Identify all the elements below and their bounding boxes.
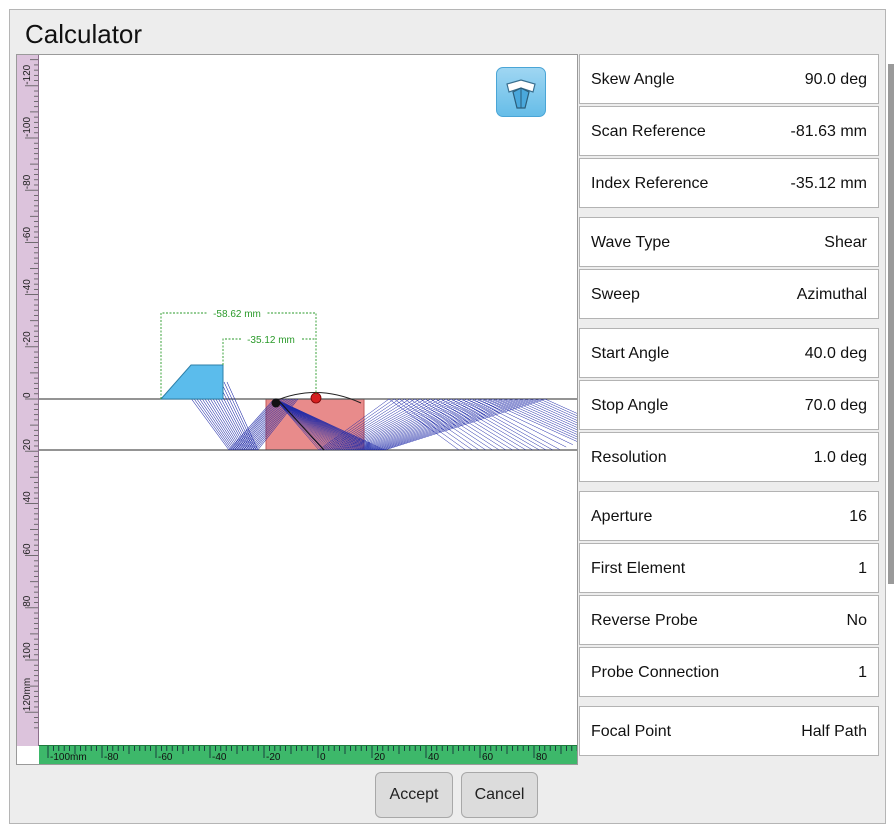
beam-ray (380, 398, 535, 451)
dimension-outer-label: -58.62 mm (213, 309, 261, 320)
param-value: 1 (858, 664, 867, 681)
beam-ray (498, 398, 577, 435)
accept-button[interactable]: Accept (375, 772, 453, 818)
parameter-panel: Skew Angle 90.0 deg Scan Reference -81.63 m… (579, 54, 882, 765)
vruler-label: -100 (22, 117, 33, 137)
panel-scrollbar[interactable] (888, 64, 894, 584)
beam-plot-area[interactable]: -120 -100 -80 -60 -40 -20 0 20 40 60 80 100 120mm -5… (16, 54, 578, 765)
param-row-aperture[interactable]: Aperture 16 (579, 491, 879, 541)
horizontal-ruler: -100mm -80 -60 -40 -20 0 20 40 60 80 (39, 745, 577, 764)
beam-ray (373, 398, 520, 451)
param-label: Resolution (591, 449, 667, 466)
vruler-label: 20 (22, 439, 33, 451)
beam-ray (482, 398, 577, 442)
window-title: Calculator (25, 19, 143, 49)
param-value: 70.0 deg (804, 397, 867, 414)
param-label: Start Angle (591, 345, 670, 362)
param-row-focal-point[interactable]: Focal Point Half Path (579, 706, 879, 756)
probe-view-button[interactable] (496, 67, 546, 117)
beam-ray (513, 398, 577, 428)
param-row-reverse-probe[interactable]: Reverse Probe No (579, 595, 879, 645)
param-value: 90.0 deg (804, 71, 867, 88)
param-row-probe-connection[interactable]: Probe Connection 1 (579, 647, 879, 697)
cancel-button[interactable]: Cancel (461, 772, 538, 818)
vruler-label: -120 (22, 64, 33, 84)
param-value: Azimuthal (796, 286, 867, 303)
param-row-start-angle[interactable]: Start Angle 40.0 deg (579, 328, 879, 378)
beam-ray (358, 398, 483, 451)
beam-ray (362, 398, 494, 451)
vruler-label: 100 (22, 642, 33, 659)
param-value: Shear (824, 234, 867, 251)
probe-wedge-icon (506, 79, 536, 109)
hruler-label: 40 (428, 752, 440, 763)
param-label: Skew Angle (591, 71, 675, 88)
hruler-label: 20 (374, 752, 386, 763)
vruler-label: -80 (22, 174, 33, 189)
vruler-label: 120mm (22, 678, 33, 711)
beam-ray (508, 398, 577, 431)
beam-ray (404, 398, 480, 451)
param-label: Probe Connection (591, 664, 720, 681)
hruler-label: -80 (104, 752, 119, 763)
hruler-label: 80 (536, 752, 548, 763)
param-label: Reverse Probe (591, 612, 698, 629)
vertical-ruler: -120 -100 -80 -60 -40 -20 0 20 40 60 80 100 120mm (17, 55, 39, 746)
dimension-inner-label: -35.12 mm (247, 335, 295, 346)
param-row-resolution[interactable]: Resolution 1.0 deg (579, 432, 879, 482)
param-row-wave-type[interactable]: Wave Type Shear (579, 217, 879, 267)
param-label: First Element (591, 560, 686, 577)
param-row-stop-angle[interactable]: Stop Angle 70.0 deg (579, 380, 879, 430)
param-value: Half Path (801, 723, 867, 740)
param-value: 1 (858, 560, 867, 577)
param-label: Stop Angle (591, 397, 669, 414)
beam-ray (539, 398, 577, 417)
param-label: Sweep (591, 286, 640, 303)
calculator-window: Calculator -120 -100 -80 -60 -40 -20 0 20 40 60 80… (9, 9, 894, 824)
param-label: Wave Type (591, 234, 671, 251)
param-row-index-reference[interactable]: Index Reference -35.12 mm (579, 158, 879, 208)
vruler-label: -20 (22, 331, 33, 346)
param-row-skew-angle[interactable]: Skew Angle 90.0 deg (579, 54, 879, 104)
vruler-label: -60 (22, 227, 33, 242)
hruler-label: 60 (482, 752, 494, 763)
param-value: 16 (849, 508, 867, 525)
param-label: Focal Point (591, 723, 672, 740)
hruler-label: -60 (158, 752, 173, 763)
beam-ray (529, 398, 577, 421)
param-value: No (846, 612, 867, 629)
vruler-label: 40 (22, 491, 33, 503)
param-row-sweep[interactable]: Sweep Azimuthal (579, 269, 879, 319)
hruler-label: 0 (320, 752, 326, 763)
param-label: Aperture (591, 508, 653, 525)
vruler-label: 0 (22, 392, 33, 398)
exit-point-marker (271, 398, 281, 408)
param-value: -81.63 mm (790, 123, 867, 140)
beam-ray (544, 398, 577, 414)
param-label: Scan Reference (591, 123, 706, 140)
vruler-label: 80 (22, 595, 33, 607)
param-row-first-element[interactable]: First Element 1 (579, 543, 879, 593)
param-label: Index Reference (591, 175, 709, 192)
hruler-label: -100mm (50, 752, 87, 763)
param-row-scan-reference[interactable]: Scan Reference -81.63 mm (579, 106, 879, 156)
param-value: 40.0 deg (804, 345, 867, 362)
probe-wedge (159, 364, 224, 400)
param-value: 1.0 deg (813, 449, 867, 466)
beam-ray (492, 398, 577, 438)
hruler-label: -20 (266, 752, 281, 763)
beam-plot: -58.62 mm -35.12 mm (39, 307, 577, 451)
vruler-label: -40 (22, 279, 33, 294)
hruler-label: -40 (212, 752, 227, 763)
param-value: -35.12 mm (790, 175, 867, 192)
beam-ray (524, 398, 577, 424)
vruler-label: 60 (22, 543, 33, 555)
